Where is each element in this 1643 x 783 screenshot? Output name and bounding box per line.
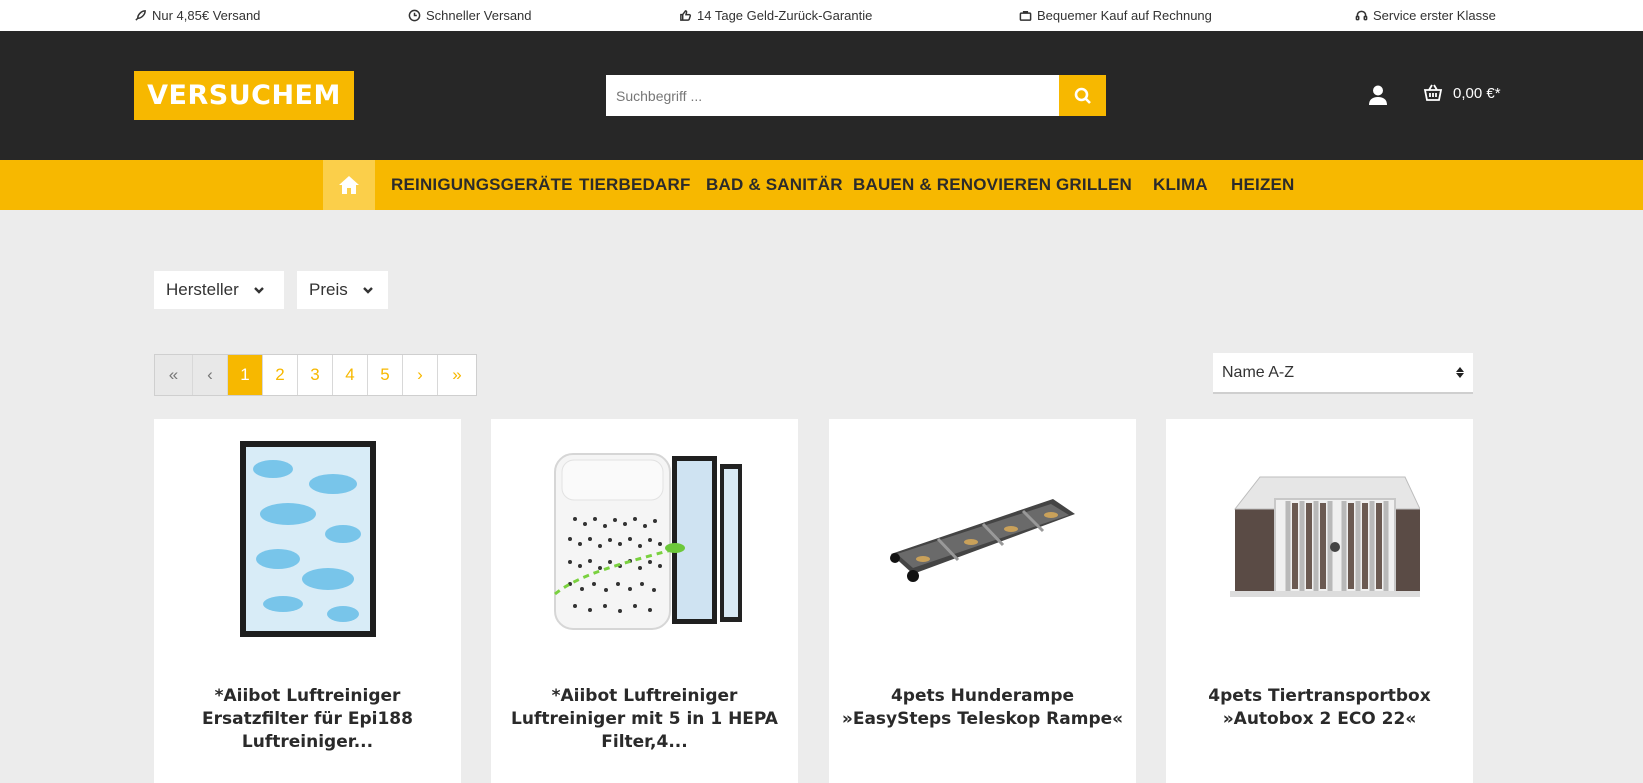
usp-item-invoice: Bequemer Kauf auf Rechnung xyxy=(1019,8,1212,23)
product-image-filter[interactable] xyxy=(154,429,461,649)
search-button[interactable] xyxy=(1059,75,1106,116)
pagination-last[interactable]: » xyxy=(438,355,476,395)
thumbs-up-icon xyxy=(680,10,692,21)
product-title[interactable]: 4pets Tiertransportbox »Autobox 2 ECO 22… xyxy=(1176,685,1463,731)
usp-item-service: Service erster Klasse xyxy=(1355,8,1496,23)
product-image-transport-box[interactable] xyxy=(1166,429,1473,649)
search-input[interactable] xyxy=(606,75,1059,116)
basket-icon xyxy=(1423,84,1443,101)
pagination-page-1[interactable]: 1 xyxy=(228,355,263,395)
pagination-page-2[interactable]: 2 xyxy=(263,355,298,395)
air-purifier-image xyxy=(553,453,742,630)
nav-item-bad-sanitaer[interactable]: BAD & SANITÄR xyxy=(706,175,843,195)
briefcase-icon xyxy=(1019,11,1032,21)
pagination-next[interactable]: › xyxy=(403,355,438,395)
product-card[interactable]: *Aiibot Luftreiniger Ersatzfilter für Ep… xyxy=(154,419,461,783)
search-icon xyxy=(1074,87,1091,104)
site-header: VERSUCHEM 0,00 €* xyxy=(0,31,1643,160)
nav-item-tierbedarf[interactable]: TIERBEDARF xyxy=(579,175,691,195)
rocket-icon xyxy=(135,10,146,21)
pagination-page-5[interactable]: 5 xyxy=(368,355,403,395)
clock-icon xyxy=(408,9,421,22)
pagination-page-3[interactable]: 3 xyxy=(298,355,333,395)
search-form xyxy=(606,75,1106,116)
pagination: « ‹ 1 2 3 4 5 › » xyxy=(154,354,477,396)
cart-button[interactable]: 0,00 €* xyxy=(1423,83,1501,103)
product-image-air-purifier[interactable] xyxy=(491,429,798,649)
product-title[interactable]: 4pets Hunderampe »EasySteps Teleskop Ram… xyxy=(839,685,1126,731)
cart-total: 0,00 €* xyxy=(1453,84,1501,102)
pagination-first[interactable]: « xyxy=(155,355,193,395)
headset-icon xyxy=(1355,10,1368,21)
filter-manufacturer[interactable]: Hersteller xyxy=(154,271,284,309)
usp-item-fast-shipping: Schneller Versand xyxy=(408,8,532,23)
nav-item-grillen[interactable]: GRILLEN xyxy=(1056,175,1132,195)
dog-ramp-image xyxy=(889,499,1075,582)
nav-home[interactable] xyxy=(323,160,375,210)
usp-bar: Nur 4,85€ Versand Schneller Versand 14 T… xyxy=(0,0,1643,31)
nav-item-heizen[interactable]: HEIZEN xyxy=(1231,175,1295,195)
site-logo[interactable]: VERSUCHEM xyxy=(134,71,354,120)
product-image-dog-ramp[interactable] xyxy=(829,429,1136,649)
nav-item-reinigungsgeraete[interactable]: REINIGUNGSGERÄTE xyxy=(391,175,573,195)
select-arrows-icon xyxy=(1456,367,1464,378)
nav-item-klima[interactable]: KLIMA xyxy=(1153,175,1208,195)
logo-text: VERSUCHEM xyxy=(147,80,341,111)
product-title[interactable]: *Aiibot Luftreiniger Ersatzfilter für Ep… xyxy=(164,685,451,754)
product-title[interactable]: *Aiibot Luftreiniger Luftreiniger mit 5 … xyxy=(501,685,788,754)
sort-select[interactable]: Name A-Z xyxy=(1213,353,1473,394)
transport-box-image xyxy=(1229,476,1420,597)
account-button[interactable] xyxy=(1367,84,1389,106)
pagination-page-4[interactable]: 4 xyxy=(333,355,368,395)
home-icon xyxy=(339,176,359,194)
filter-price[interactable]: Preis xyxy=(297,271,388,309)
product-card[interactable]: 4pets Hunderampe »EasySteps Teleskop Ram… xyxy=(829,419,1136,783)
chevron-down-icon xyxy=(362,287,373,294)
usp-item-shipping-cost: Nur 4,85€ Versand xyxy=(134,8,260,23)
main-nav: REINIGUNGSGERÄTE TIERBEDARF BAD & SANITÄ… xyxy=(0,160,1643,210)
filter-pad-image xyxy=(239,441,376,637)
chevron-down-icon xyxy=(253,287,264,294)
product-card[interactable]: *Aiibot Luftreiniger Luftreiniger mit 5 … xyxy=(491,419,798,783)
nav-item-bauen-renovieren[interactable]: BAUEN & RENOVIEREN xyxy=(853,175,1051,195)
pagination-prev[interactable]: ‹ xyxy=(193,355,228,395)
product-card[interactable]: 4pets Tiertransportbox »Autobox 2 ECO 22… xyxy=(1166,419,1473,783)
user-icon xyxy=(1369,85,1387,105)
usp-item-money-back: 14 Tage Geld-Zurück-Garantie xyxy=(679,8,872,23)
